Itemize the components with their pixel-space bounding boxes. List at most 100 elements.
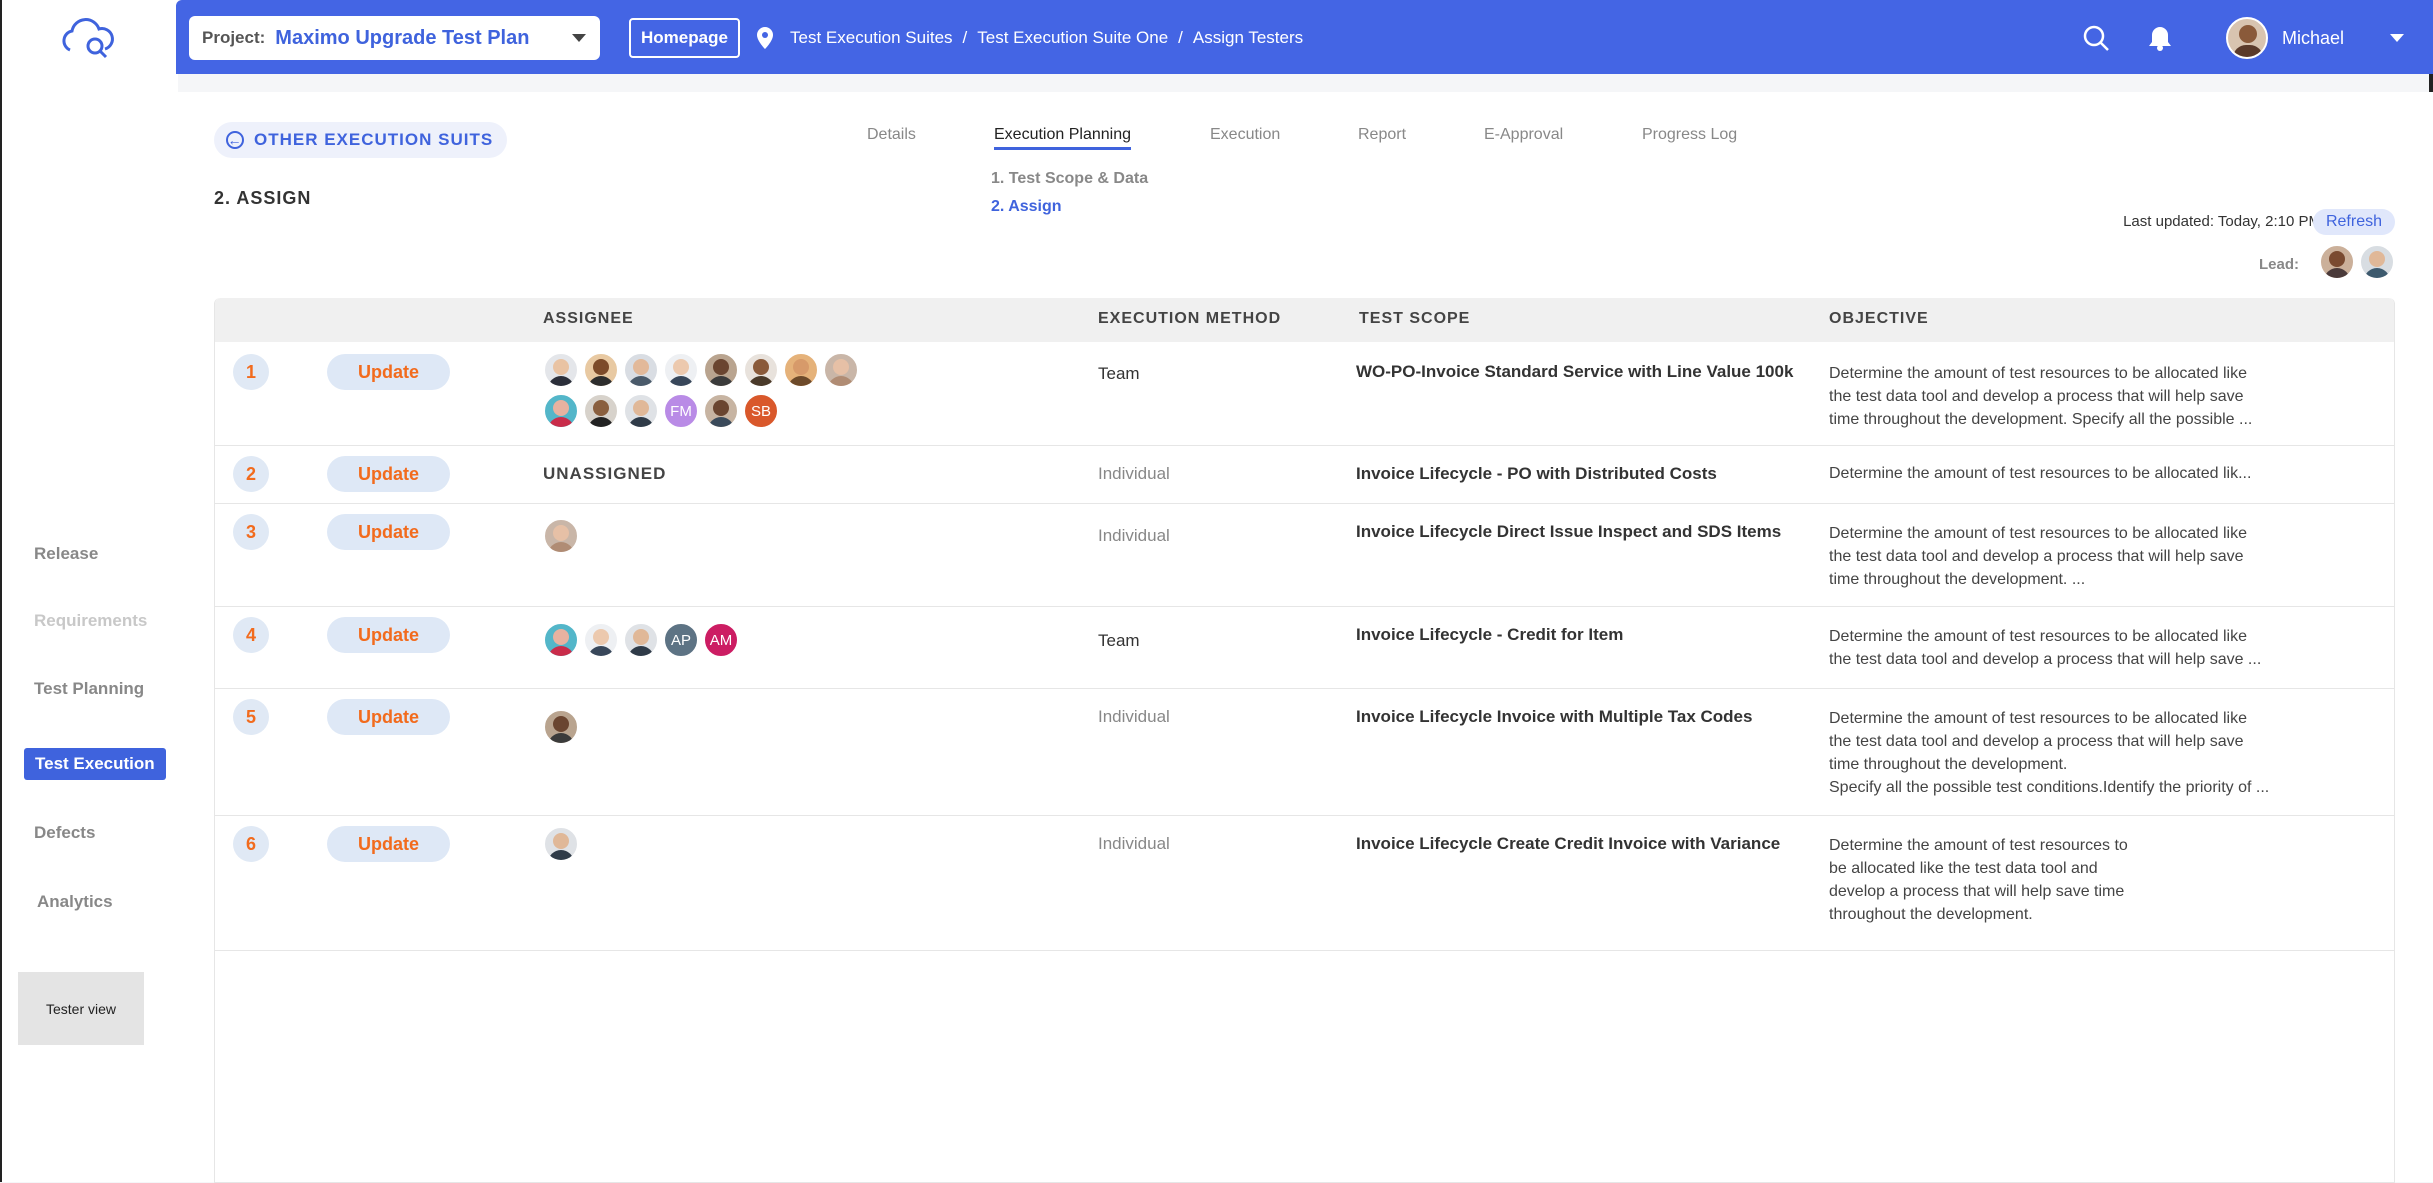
objective: Determine the amount of test resources t… <box>1829 365 2253 428</box>
tab-details[interactable]: Details <box>867 126 916 144</box>
row-number: 1 <box>233 354 269 390</box>
user-name: Michael <box>2282 27 2345 48</box>
test-scope: Invoice Lifecycle Direct Issue Inspect a… <box>1356 522 1782 541</box>
avatar[interactable] <box>663 352 699 388</box>
avatar[interactable] <box>543 826 579 862</box>
subtabs: 1. Test Scope & Data 2. Assign <box>991 170 1148 226</box>
sidebar-item-release[interactable]: Release <box>34 544 98 564</box>
cloud-logo-icon <box>62 18 114 59</box>
table-row: 1 Update FM SB Team WO-PO-Invoice Standa… <box>215 342 2394 446</box>
tab-e-approval[interactable]: E-Approval <box>1484 126 1563 144</box>
assignee-avatars: AP AM <box>543 622 883 663</box>
sidebar-item-defects[interactable]: Defects <box>34 823 95 843</box>
row-number: 2 <box>233 456 269 492</box>
row-number: 3 <box>233 514 269 550</box>
objective: Determine the amount of test resources t… <box>1829 525 2247 588</box>
table-row: 2 Update UNASSIGNED Individual Invoice L… <box>215 446 2394 504</box>
bell-icon[interactable] <box>2146 24 2174 52</box>
execution-method: Team <box>1098 364 1140 383</box>
breadcrumb-test-execution-suites[interactable]: Test Execution Suites <box>790 28 953 48</box>
project-select[interactable]: Project: Maximo Upgrade Test Plan <box>189 16 600 60</box>
tester-view-button[interactable]: Tester view <box>18 972 144 1045</box>
user-menu[interactable]: Michael <box>2226 17 2405 59</box>
top-bar: Project: Maximo Upgrade Test Plan Homepa… <box>176 0 2433 74</box>
last-updated: Last updated: Today, 2:10 PM <box>2123 213 2321 230</box>
tab-execution[interactable]: Execution <box>1210 126 1280 144</box>
avatar[interactable] <box>623 352 659 388</box>
lead-label: Lead: <box>2258 256 2299 273</box>
update-button[interactable]: Update <box>327 617 450 653</box>
test-scope: Invoice Lifecycle - PO with Distributed … <box>1356 464 1717 483</box>
assignee-avatars <box>543 709 883 750</box>
chevron-down-icon <box>2390 34 2405 42</box>
avatar[interactable] <box>2359 244 2395 280</box>
avatar-initials[interactable]: AM <box>703 622 739 658</box>
update-button[interactable]: Update <box>327 354 450 390</box>
tab-progress-log[interactable]: Progress Log <box>1642 126 1737 144</box>
avatar[interactable] <box>583 622 619 658</box>
avatar-initials[interactable]: SB <box>743 393 779 429</box>
avatar[interactable] <box>583 393 619 429</box>
table-header: ASSIGNEE EXECUTION METHOD TEST SCOPE OBJ… <box>215 298 2394 342</box>
sidebar-item-test-planning[interactable]: Test Planning <box>34 679 144 699</box>
avatar-initials[interactable]: FM <box>663 393 699 429</box>
search-icon[interactable] <box>2082 24 2110 52</box>
assignee-avatars: FM SB <box>543 352 883 434</box>
execution-method: Individual <box>1098 464 1170 483</box>
avatar[interactable] <box>703 352 739 388</box>
avatar[interactable] <box>823 352 859 388</box>
avatar <box>2226 17 2268 59</box>
table-row: 5 Update Individual Invoice Lifecycle In… <box>215 689 2394 816</box>
test-scope: Invoice Lifecycle Create Credit Invoice … <box>1356 834 1781 853</box>
execution-method: Individual <box>1098 707 1170 726</box>
avatar[interactable] <box>543 622 579 658</box>
back-label: OTHER EXECUTION SUITS <box>254 130 494 149</box>
assignee-avatars <box>543 826 883 867</box>
unassigned-label: UNASSIGNED <box>543 464 667 483</box>
project-label: Project: <box>202 28 266 47</box>
execution-method: Individual <box>1098 834 1170 853</box>
other-execution-suits-button[interactable]: ← OTHER EXECUTION SUITS <box>214 122 508 158</box>
avatar[interactable] <box>783 352 819 388</box>
breadcrumb-separator: / <box>962 28 968 47</box>
breadcrumb-separator: / <box>1178 28 1183 47</box>
tab-execution-planning[interactable]: Execution Planning <box>994 126 1131 150</box>
assignee-avatars <box>543 518 883 559</box>
col-execution-method: EXECUTION METHOD <box>1098 310 1282 327</box>
avatar[interactable] <box>543 518 579 554</box>
update-button[interactable]: Update <box>327 699 450 735</box>
update-button[interactable]: Update <box>327 456 450 492</box>
avatar[interactable] <box>543 709 579 745</box>
col-test-scope: TEST SCOPE <box>1359 310 1471 327</box>
avatar[interactable] <box>2319 244 2355 280</box>
table-row: 3 Update Individual Invoice Lifecycle Di… <box>215 504 2394 607</box>
sidebar-item-analytics[interactable]: Analytics <box>37 892 113 912</box>
update-button[interactable]: Update <box>327 826 450 862</box>
homepage-button[interactable]: Homepage <box>629 18 740 58</box>
avatar[interactable] <box>703 393 739 429</box>
avatar[interactable] <box>583 352 619 388</box>
avatar-initials[interactable]: AP <box>663 622 699 658</box>
page-title: 2. ASSIGN <box>214 188 312 208</box>
tab-report[interactable]: Report <box>1358 126 1406 144</box>
objective: Determine the amount of test resources t… <box>1829 628 2262 668</box>
objective: Determine the amount of test resources t… <box>1829 710 2270 796</box>
main-content: ← OTHER EXECUTION SUITS 2. ASSIGN Detail… <box>176 92 2433 1183</box>
avatar[interactable] <box>543 352 579 388</box>
project-value: Maximo Upgrade Test Plan <box>275 26 530 49</box>
test-scope: Invoice Lifecycle Invoice with Multiple … <box>1356 707 1753 726</box>
avatar[interactable] <box>743 352 779 388</box>
breadcrumb-test-execution-suite-one[interactable]: Test Execution Suite One <box>977 28 1168 48</box>
execution-method: Team <box>1098 631 1140 650</box>
avatar[interactable] <box>543 393 579 429</box>
refresh-button[interactable]: Refresh <box>2312 209 2395 235</box>
row-number: 5 <box>233 699 269 735</box>
avatar[interactable] <box>623 622 659 658</box>
update-button[interactable]: Update <box>327 514 450 550</box>
avatar[interactable] <box>623 393 659 429</box>
sidebar-item-requirements[interactable]: Requirements <box>34 611 147 631</box>
subtab-assign[interactable]: 2. Assign <box>991 198 1148 216</box>
sidebar-item-test-execution[interactable]: Test Execution <box>24 748 166 780</box>
subtab-test-scope-data[interactable]: 1. Test Scope & Data <box>991 170 1148 188</box>
location-pin-icon <box>757 27 773 49</box>
